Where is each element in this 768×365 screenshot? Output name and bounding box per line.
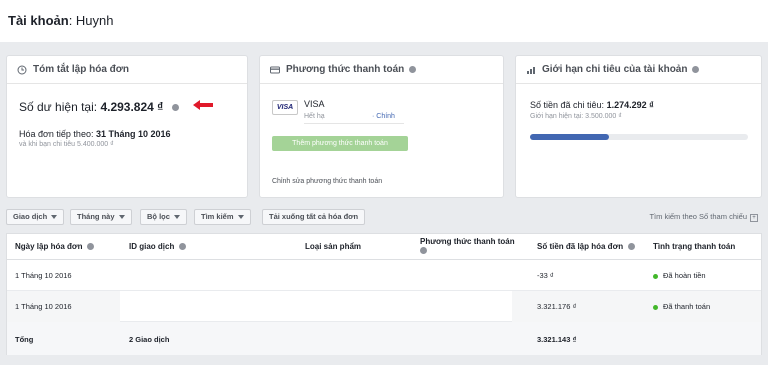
bar-chart-icon bbox=[526, 65, 536, 75]
filter-label: Bộ lọc bbox=[147, 212, 170, 221]
next-invoice-date: 31 Tháng 10 2016 bbox=[95, 129, 171, 139]
header-transaction-id: ID giao dịch bbox=[129, 242, 187, 251]
billing-summary-card: Tóm tắt lập hóa đơn Số dư hiện tại: 4.29… bbox=[6, 55, 248, 198]
info-icon[interactable] bbox=[171, 104, 179, 112]
header-payment-method: Phương thức thanh toán bbox=[420, 237, 530, 255]
transactions-dropdown[interactable]: Giao dịch bbox=[6, 209, 65, 225]
header-payment-status: Tình trạng thanh toán bbox=[653, 242, 736, 251]
info-icon[interactable] bbox=[692, 66, 700, 73]
caret-down-icon bbox=[237, 215, 244, 220]
account-name: Huynh bbox=[75, 13, 114, 28]
account-header: Tài khoản: Huynh bbox=[0, 0, 768, 42]
status-dot-icon bbox=[653, 273, 658, 279]
payment-method-header: Phương thức thanh toán bbox=[260, 56, 503, 84]
account-title: Tài khoản: Huynh bbox=[8, 13, 114, 28]
spending-limit-card: Giới hạn chi tiêu của tài khoản Số tiền … bbox=[515, 55, 762, 198]
card-name: VISA bbox=[304, 99, 325, 109]
header-amount-label: Số tiền đã lập hóa đơn bbox=[537, 242, 624, 251]
this-month-label: Tháng này bbox=[77, 212, 115, 221]
transactions-table: Ngày lập hóa đơn ID giao dịch Loại sản p… bbox=[6, 233, 762, 355]
table-footer: Tổng 2 Giao dịch 3.321.143 ₫ bbox=[7, 322, 761, 355]
info-icon[interactable] bbox=[409, 66, 417, 73]
header-date-label: Ngày lập hóa đơn bbox=[15, 242, 83, 251]
spending-progress-bar bbox=[530, 134, 748, 140]
balance-value: 4.293.824 ₫ bbox=[100, 100, 164, 114]
current-balance: Số dư hiện tại: 4.293.824 ₫ bbox=[19, 100, 179, 114]
edit-payment-methods-link[interactable]: Chỉnh sửa phương thức thanh toán bbox=[272, 178, 382, 185]
info-icon[interactable] bbox=[420, 247, 427, 255]
reference-search-label: Tìm kiếm theo Số tham chiếu bbox=[649, 212, 747, 221]
row-status-label: Đã hoàn tiền bbox=[663, 271, 706, 280]
clock-icon bbox=[17, 65, 27, 75]
spending-limit-title: Giới hạn chi tiêu của tài khoản bbox=[542, 64, 688, 75]
amount-spent-value: 1.274.292 ₫ bbox=[606, 100, 654, 110]
download-all-invoices-button[interactable]: Tải xuống tất cả hóa đơn bbox=[262, 209, 366, 225]
table-row[interactable]: 1 Tháng 10 2016 -33 ₫ Đã hoàn tiền bbox=[7, 260, 761, 291]
card-expiry: Hết hạ bbox=[304, 113, 325, 120]
table-header: Ngày lập hóa đơn ID giao dịch Loại sản p… bbox=[7, 234, 761, 260]
next-invoice: Hóa đơn tiếp theo: 31 Tháng 10 2016 bbox=[19, 129, 171, 139]
footer-total-label: Tổng bbox=[15, 335, 34, 344]
header-method-label: Phương thức thanh toán bbox=[420, 237, 515, 246]
footer-transaction-count: 2 Giao dịch bbox=[129, 335, 170, 344]
amount-spent-label: Số tiền đã chi tiêu: bbox=[530, 100, 605, 110]
spending-limit-header: Giới hạn chi tiêu của tài khoản bbox=[516, 56, 761, 84]
header-product-type: Loại sản phẩm bbox=[305, 242, 362, 251]
row-amount: 3.321.176 ₫ bbox=[537, 302, 577, 311]
transactions-toolbar: Giao dịch Tháng này Bộ lọc Tìm kiếm Tải … bbox=[6, 209, 762, 227]
visa-logo-icon: VISA bbox=[272, 100, 298, 115]
balance-label: Số dư hiện tại: bbox=[19, 100, 98, 114]
billing-summary-title: Tóm tắt lập hóa đơn bbox=[33, 64, 129, 75]
caret-down-icon bbox=[118, 215, 125, 220]
info-icon[interactable] bbox=[628, 243, 636, 251]
status-dot-icon bbox=[653, 304, 658, 310]
payment-method-title: Phương thức thanh toán bbox=[286, 64, 405, 75]
this-month-dropdown[interactable]: Tháng này bbox=[70, 209, 132, 225]
add-payment-method-button[interactable]: Thêm phương thức thanh toán bbox=[272, 136, 408, 151]
card-main-badge: · Chính bbox=[372, 113, 395, 120]
info-icon[interactable] bbox=[87, 243, 95, 251]
info-icon[interactable] bbox=[179, 243, 187, 251]
filter-dropdown[interactable]: Bộ lọc bbox=[140, 209, 187, 225]
search-dropdown[interactable]: Tìm kiếm bbox=[194, 209, 251, 225]
next-invoice-label: Hóa đơn tiếp theo: bbox=[19, 129, 94, 139]
row-date: 1 Tháng 10 2016 bbox=[15, 302, 72, 311]
red-arrow-icon bbox=[193, 100, 213, 110]
footer-total-amount: 3.321.143 ₫ bbox=[537, 335, 577, 344]
header-date: Ngày lập hóa đơn bbox=[15, 242, 95, 251]
current-limit-text: Giới hạn hiện tại: 3.500.000 ₫ bbox=[530, 113, 622, 120]
header-id-label: ID giao dịch bbox=[129, 242, 175, 251]
expand-icon[interactable]: + bbox=[750, 214, 758, 222]
caret-down-icon bbox=[51, 215, 58, 220]
search-label: Tìm kiếm bbox=[201, 212, 234, 221]
amount-spent: Số tiền đã chi tiêu: 1.274.292 ₫ bbox=[530, 100, 654, 110]
divider bbox=[304, 123, 404, 124]
spending-progress-fill bbox=[530, 134, 610, 140]
billing-summary-header: Tóm tắt lập hóa đơn bbox=[7, 56, 247, 84]
reference-search[interactable]: Tìm kiếm theo Số tham chiếu + bbox=[649, 212, 758, 222]
caret-down-icon bbox=[173, 215, 180, 220]
row-amount: -33 ₫ bbox=[537, 271, 554, 280]
header-amount: Số tiền đã lập hóa đơn bbox=[537, 242, 636, 251]
transactions-dropdown-label: Giao dịch bbox=[13, 212, 48, 221]
account-label: Tài khoản bbox=[8, 13, 69, 28]
table-row[interactable]: 1 Tháng 10 2016 3.321.176 ₫ Đã thanh toá… bbox=[7, 291, 761, 322]
row-status-label: Đã thanh toán bbox=[663, 302, 711, 311]
row-status: Đã hoàn tiền bbox=[653, 271, 706, 280]
payment-method-card: Phương thức thanh toán VISA VISA Hết hạ … bbox=[259, 55, 504, 198]
row-status: Đã thanh toán bbox=[653, 302, 710, 311]
row-date: 1 Tháng 10 2016 bbox=[15, 271, 72, 280]
card-icon bbox=[270, 65, 280, 75]
next-invoice-subtext: và khi bạn chi tiêu 5.400.000 ₫ bbox=[19, 141, 114, 148]
